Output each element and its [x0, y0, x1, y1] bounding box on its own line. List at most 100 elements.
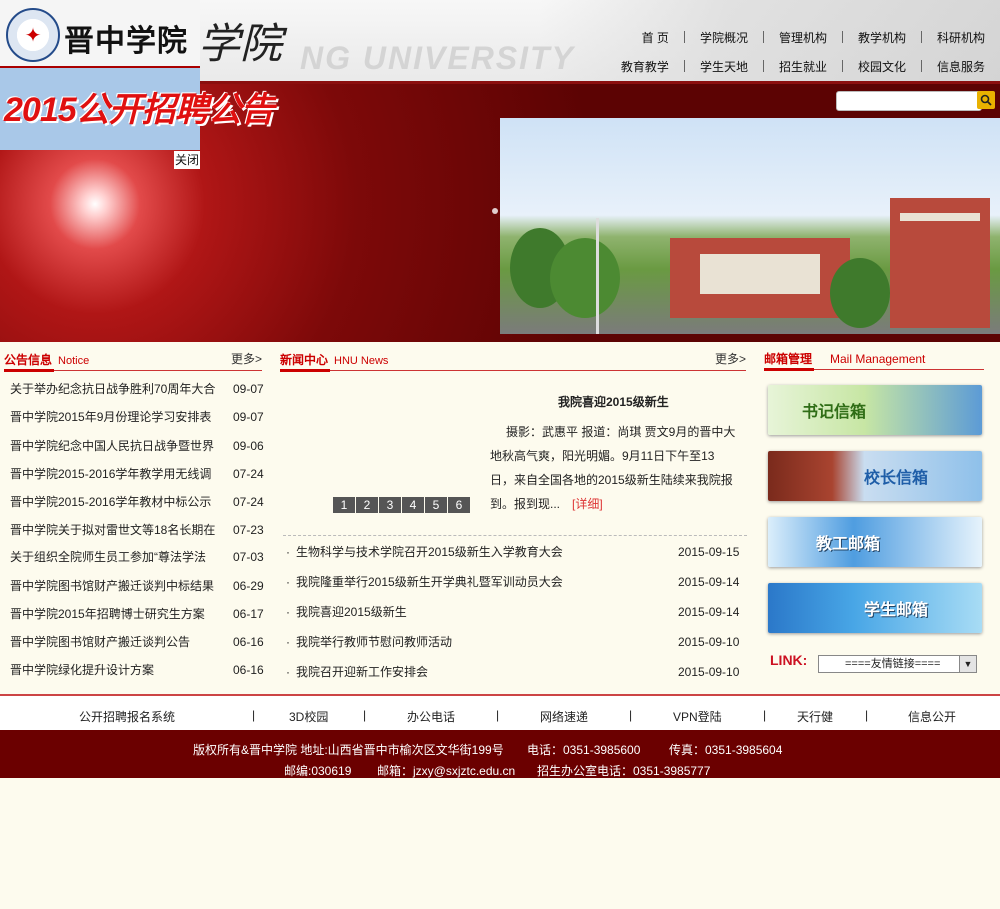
popup-close-button[interactable]: 关闭	[174, 151, 200, 169]
mail-subtitle: Mail Management	[830, 352, 926, 366]
notice-item-date: 06-17	[233, 607, 264, 621]
mailbox-label: 学生邮箱	[864, 602, 929, 619]
nav-admin-units[interactable]: 管理机构	[774, 29, 832, 46]
campus-photo	[500, 118, 1000, 334]
notice-item-title[interactable]: 晋中学院2015年招聘博士研究生方案	[10, 600, 222, 628]
notice-item-title[interactable]: 晋中学院图书馆财产搬迁谈判中标结果	[10, 572, 222, 600]
footer-admission-phone: 招生办公室电话：0351-3985777	[537, 764, 711, 778]
mailbox-label: 书记信箱	[802, 404, 867, 421]
nav-divider	[920, 60, 922, 72]
list-item[interactable]: · 我院召开迎新工作安排会 2015-09-10	[282, 658, 748, 686]
recruitment-title[interactable]: 2015公开招聘公告	[4, 82, 275, 131]
notice-more-link[interactable]: 更多>	[231, 350, 262, 367]
nav-divider	[683, 60, 685, 72]
president-mailbox-button[interactable]: 校长信箱	[768, 451, 982, 501]
footer-link-office-phone[interactable]: 办公电话	[407, 708, 455, 725]
list-item[interactable]: 晋中学院2015年9月份理论学习安排表 09-07	[0, 403, 270, 431]
list-item[interactable]: 晋中学院图书馆财产搬迁谈判公告 06-16	[0, 628, 270, 656]
notice-item-title[interactable]: 晋中学院2015-2016学年教学用无线调	[10, 460, 222, 488]
notice-item-title[interactable]: 关于组织全院师生员工参加“尊法学法	[10, 543, 222, 571]
search-input[interactable]	[836, 91, 982, 111]
notice-item-title[interactable]: 晋中学院2015年9月份理论学习安排表	[10, 403, 222, 431]
nav-students[interactable]: 学生天地	[695, 58, 753, 75]
footer-link-network[interactable]: 网络速递	[540, 708, 588, 725]
footer-link-tianxingjian[interactable]: 天行健	[797, 708, 833, 725]
page-button[interactable]: 4	[402, 497, 424, 513]
page-button[interactable]: 5	[425, 497, 447, 513]
summary-line: 日，来自全国各地的2015级新生陆续来我院报	[490, 473, 733, 487]
nav-teaching-units[interactable]: 教学机构	[853, 29, 911, 46]
copyright-address: 版权所有&晋中学院 地址:山西省晋中市榆次区文华街199号	[193, 743, 504, 757]
news-item-date: 2015-09-15	[678, 545, 740, 559]
nav-education[interactable]: 教育教学	[616, 58, 674, 75]
header-accent	[4, 369, 54, 372]
news-more-link[interactable]: 更多>	[715, 350, 746, 367]
list-item[interactable]: 晋中学院2015-2016学年教学用无线调 07-24	[0, 460, 270, 488]
nav-admissions[interactable]: 招生就业	[774, 58, 832, 75]
list-item[interactable]: · 我院举行教师节慰问教师活动 2015-09-10	[282, 628, 748, 656]
page-button[interactable]: 2	[356, 497, 378, 513]
featured-news-headline[interactable]: 我院喜迎2015级新生	[558, 393, 669, 410]
nav-research-units[interactable]: 科研机构	[932, 29, 990, 46]
notice-item-title[interactable]: 晋中学院绿化提升设计方案	[10, 656, 222, 684]
page-button[interactable]: 3	[379, 497, 401, 513]
news-header: 新闻中心 HNU News 更多>	[280, 350, 746, 372]
list-item[interactable]: 晋中学院2015年招聘博士研究生方案 06-17	[0, 600, 270, 628]
footer-fax: 传真：0351-3985604	[669, 743, 783, 757]
student-mailbox-button[interactable]: 学生邮箱	[768, 583, 982, 633]
footer-link-info-disclosure[interactable]: 信息公开	[908, 708, 956, 725]
list-item[interactable]: 晋中学院纪念中国人民抗日战争暨世界 09-06	[0, 432, 270, 460]
lens-flare	[492, 208, 498, 214]
building	[700, 254, 820, 294]
list-item[interactable]: 关于组织全院师生员工参加“尊法学法 07-03	[0, 543, 270, 571]
nav-home[interactable]: 首 页	[637, 29, 674, 46]
list-item[interactable]: 关于举办纪念抗日战争胜利70周年大合 09-07	[0, 375, 270, 403]
nav-campus-culture[interactable]: 校园文化	[853, 58, 911, 75]
footer-link-3d-campus[interactable]: 3D校园	[289, 708, 328, 725]
footer-link-vpn[interactable]: VPN登陆	[673, 708, 722, 725]
search-icon	[980, 94, 992, 106]
notice-item-title[interactable]: 关于举办纪念抗日战争胜利70周年大合	[10, 375, 222, 403]
list-item[interactable]: 晋中学院图书馆财产搬迁谈判中标结果 06-29	[0, 572, 270, 600]
news-item-title[interactable]: 我院隆重举行2015级新生开学典礼暨军训动员大会	[296, 568, 563, 596]
notice-item-title[interactable]: 晋中学院纪念中国人民抗日战争暨世界	[10, 432, 222, 460]
header-accent	[764, 368, 814, 371]
news-item-title[interactable]: 我院喜迎2015级新生	[296, 598, 407, 626]
footer-divider: |	[252, 708, 256, 722]
list-item[interactable]: · 我院喜迎2015级新生 2015-09-14	[282, 598, 748, 626]
page-button[interactable]: 6	[448, 497, 470, 513]
nav-divider	[762, 60, 764, 72]
tree	[550, 238, 620, 318]
news-item-title[interactable]: 我院召开迎新工作安排会	[296, 658, 428, 686]
news-item-title[interactable]: 生物科学与技术学院召开2015级新生入学教育大会	[296, 538, 563, 566]
nav-divider	[683, 31, 685, 43]
bullet-icon: ·	[286, 605, 290, 619]
school-seal-icon: ✦	[6, 8, 60, 62]
friend-links-select[interactable]: ====友情链接==== ▼	[818, 655, 977, 673]
nav-info-services[interactable]: 信息服务	[932, 58, 990, 75]
summary-line: 摄影：武惠平 报道：尚琪 贾文9月的晋中大	[506, 425, 736, 439]
page-button[interactable]: 1	[333, 497, 355, 513]
secretary-mailbox-button[interactable]: 书记信箱	[768, 385, 982, 435]
footer-link-recruitment-system[interactable]: 公开招聘报名系统	[79, 708, 175, 725]
news-item-title[interactable]: 我院举行教师节慰问教师活动	[296, 628, 452, 656]
chevron-down-icon[interactable]: ▼	[959, 656, 976, 672]
list-item[interactable]: 晋中学院绿化提升设计方案 06-16	[0, 656, 270, 684]
recruitment-popup[interactable]: ✦ 晋中学院 2015公开招聘公告	[0, 0, 275, 150]
search-button[interactable]	[977, 91, 995, 109]
list-item[interactable]: · 我院隆重举行2015级新生开学典礼暨军训动员大会 2015-09-14	[282, 568, 748, 596]
notice-header: 公告信息 Notice 更多>	[4, 350, 262, 372]
news-item-date: 2015-09-14	[678, 575, 740, 589]
list-item[interactable]: 晋中学院2015-2016学年教材中标公示 07-24	[0, 488, 270, 516]
nav-about[interactable]: 学院概况	[695, 29, 753, 46]
notice-item-title[interactable]: 晋中学院关于拟对雷世文等18名长期在	[10, 516, 222, 544]
list-item[interactable]: 晋中学院关于拟对雷世文等18名长期在 07-23	[0, 516, 270, 544]
list-item[interactable]: · 生物科学与技术学院召开2015级新生入学教育大会 2015-09-15	[282, 538, 748, 566]
notice-item-title[interactable]: 晋中学院图书馆财产搬迁谈判公告	[10, 628, 222, 656]
tree	[830, 258, 890, 328]
notice-item-date: 09-07	[233, 410, 264, 424]
staff-mailbox-button[interactable]: 教工邮箱	[768, 517, 982, 567]
slideshow-pager: 1 2 3 4 5 6	[333, 497, 470, 513]
detail-link[interactable]: [详细]	[572, 497, 603, 511]
notice-item-title[interactable]: 晋中学院2015-2016学年教材中标公示	[10, 488, 222, 516]
